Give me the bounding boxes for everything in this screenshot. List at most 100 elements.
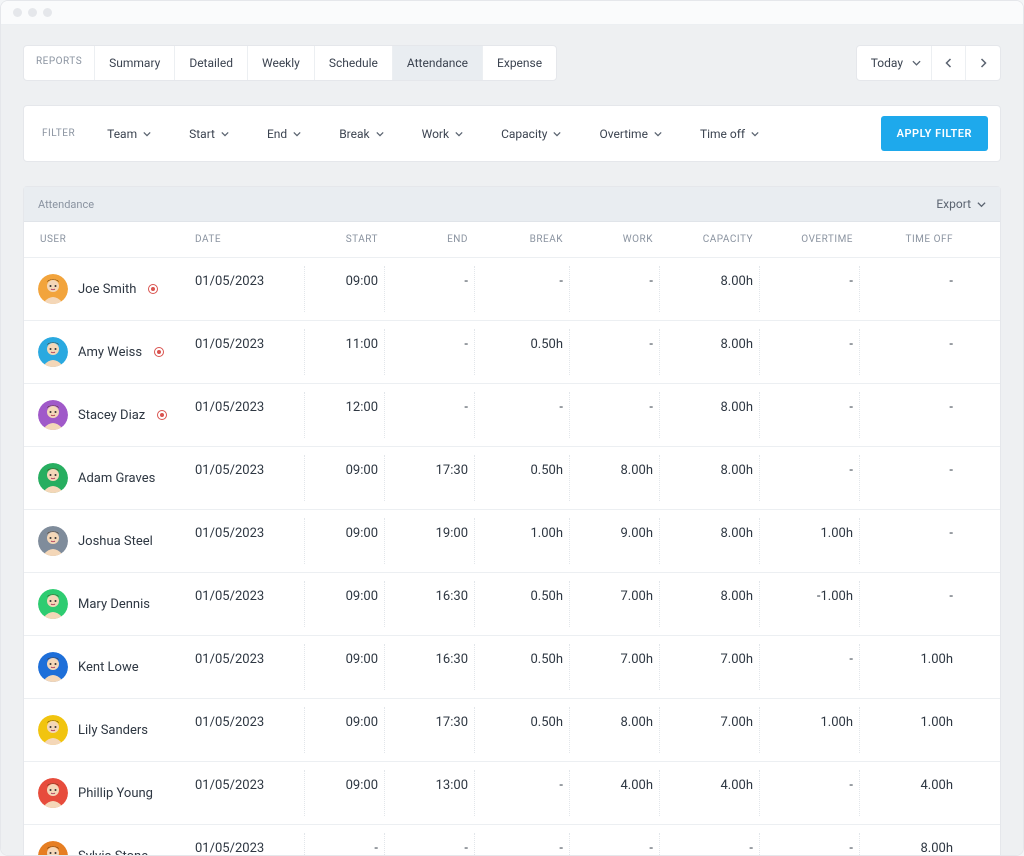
- filter-overtime[interactable]: Overtime: [587, 119, 673, 149]
- tab-schedule[interactable]: Schedule: [315, 46, 393, 80]
- table-row[interactable]: Mary Dennis01/05/202309:0016:300.50h7.00…: [24, 573, 1000, 636]
- tab-summary[interactable]: Summary: [95, 46, 175, 80]
- user-name: Joe Smith: [78, 282, 136, 297]
- top-row: REPORTS SummaryDetailedWeeklyScheduleAtt…: [23, 45, 1001, 81]
- cell-start: 09:00: [304, 573, 384, 635]
- date-range-select[interactable]: Today: [857, 46, 932, 80]
- cell-user: Mary Dennis: [24, 573, 189, 635]
- avatar: [38, 400, 68, 430]
- cell-user: Joshua Steel: [24, 510, 189, 572]
- column-start: START: [304, 222, 384, 257]
- avatar: [38, 526, 68, 556]
- filter-bar: FILTER TeamStartEndBreakWorkCapacityOver…: [23, 105, 1001, 162]
- avatar: [38, 589, 68, 619]
- filter-start[interactable]: Start: [177, 119, 241, 149]
- cell-end: 16:30: [384, 573, 474, 635]
- cell-overtime: -: [759, 825, 859, 856]
- cell-capacity: 8.00h: [659, 447, 759, 509]
- cell-capacity: 4.00h: [659, 762, 759, 824]
- caret-down-icon: [221, 130, 229, 138]
- cell-break: -: [474, 258, 569, 320]
- reports-label: REPORTS: [24, 46, 95, 80]
- cell-date: 01/05/2023: [189, 384, 304, 446]
- table-row[interactable]: Joshua Steel01/05/202309:0019:001.00h9.0…: [24, 510, 1000, 573]
- filter-chip-label: Capacity: [501, 127, 547, 141]
- recording-indicator-icon: [154, 347, 164, 357]
- table-row[interactable]: Lily Sanders01/05/202309:0017:300.50h8.0…: [24, 699, 1000, 762]
- date-range-value: Today: [871, 56, 903, 70]
- user-name: Kent Lowe: [78, 660, 139, 675]
- filter-time-off[interactable]: Time off: [688, 119, 771, 149]
- cell-end: -: [384, 258, 474, 320]
- cell-timeoff: 4.00h: [859, 762, 959, 824]
- filter-break[interactable]: Break: [327, 119, 395, 149]
- cell-start: 12:00: [304, 384, 384, 446]
- cell-timeoff: -: [859, 510, 959, 572]
- filter-team[interactable]: Team: [95, 119, 163, 149]
- cell-date: 01/05/2023: [189, 699, 304, 761]
- caret-down-icon: [751, 130, 759, 138]
- cell-start: -: [304, 825, 384, 856]
- filter-chip-label: Work: [422, 127, 449, 141]
- cell-timeoff: -: [859, 258, 959, 320]
- filter-chip-label: Break: [339, 127, 369, 141]
- window-dot: [13, 8, 22, 17]
- tab-weekly[interactable]: Weekly: [248, 46, 315, 80]
- filter-work[interactable]: Work: [410, 119, 475, 149]
- cell-work: -: [569, 825, 659, 856]
- column-user: USER: [24, 222, 189, 257]
- cell-overtime: 1.00h: [759, 699, 859, 761]
- table-row[interactable]: Phillip Young01/05/202309:0013:00-4.00h4…: [24, 762, 1000, 825]
- user-name: Mary Dennis: [78, 597, 150, 612]
- user-name: Sylvia Stone: [78, 849, 148, 856]
- cell-start: 09:00: [304, 447, 384, 509]
- caret-down-icon: [455, 130, 463, 138]
- cell-timeoff: 1.00h: [859, 699, 959, 761]
- cell-date: 01/05/2023: [189, 510, 304, 572]
- table-row[interactable]: Kent Lowe01/05/202309:0016:300.50h7.00h7…: [24, 636, 1000, 699]
- table-row[interactable]: Amy Weiss01/05/202311:00-0.50h-8.00h--: [24, 321, 1000, 384]
- cell-end: -: [384, 825, 474, 856]
- card-header: Attendance Export: [24, 187, 1000, 222]
- cell-work: -: [569, 321, 659, 383]
- date-next-button[interactable]: [966, 46, 1000, 80]
- table-row[interactable]: Joe Smith01/05/202309:00---8.00h--: [24, 258, 1000, 321]
- cell-capacity: 8.00h: [659, 321, 759, 383]
- apply-filter-button[interactable]: APPLY FILTER: [881, 116, 988, 151]
- caret-down-icon: [376, 130, 384, 138]
- table-body: Joe Smith01/05/202309:00---8.00h--Amy We…: [24, 258, 1000, 856]
- table-row[interactable]: Stacey Diaz01/05/202312:00---8.00h--: [24, 384, 1000, 447]
- filter-chip-label: Overtime: [599, 127, 647, 141]
- avatar: [38, 337, 68, 367]
- cell-user: Sylvia Stone: [24, 825, 189, 856]
- cell-capacity: 7.00h: [659, 636, 759, 698]
- user-name: Adam Graves: [78, 471, 155, 486]
- app-window: REPORTS SummaryDetailedWeeklyScheduleAtt…: [0, 0, 1024, 856]
- table-header: USERDATESTARTENDBREAKWORKCAPACITYOVERTIM…: [24, 222, 1000, 258]
- tab-detailed[interactable]: Detailed: [175, 46, 248, 80]
- tab-attendance[interactable]: Attendance: [393, 46, 483, 80]
- tab-expense[interactable]: Expense: [483, 46, 556, 80]
- cell-start: 09:00: [304, 699, 384, 761]
- user-name: Amy Weiss: [78, 345, 142, 360]
- filter-end[interactable]: End: [255, 119, 313, 149]
- date-prev-button[interactable]: [932, 46, 966, 80]
- export-label: Export: [936, 197, 971, 211]
- cell-user: Phillip Young: [24, 762, 189, 824]
- table-row[interactable]: Adam Graves01/05/202309:0017:300.50h8.00…: [24, 447, 1000, 510]
- table-row[interactable]: Sylvia Stone01/05/2023------8.00h: [24, 825, 1000, 856]
- cell-work: 8.00h: [569, 699, 659, 761]
- cell-timeoff: -: [859, 384, 959, 446]
- export-button[interactable]: Export: [936, 197, 986, 211]
- avatar: [38, 274, 68, 304]
- cell-date: 01/05/2023: [189, 321, 304, 383]
- cell-user: Adam Graves: [24, 447, 189, 509]
- cell-date: 01/05/2023: [189, 762, 304, 824]
- cell-end: 17:30: [384, 447, 474, 509]
- cell-start: 09:00: [304, 762, 384, 824]
- filter-capacity[interactable]: Capacity: [489, 119, 573, 149]
- cell-date: 01/05/2023: [189, 573, 304, 635]
- cell-break: 0.50h: [474, 699, 569, 761]
- report-tabs: REPORTS SummaryDetailedWeeklyScheduleAtt…: [23, 45, 557, 81]
- cell-work: 7.00h: [569, 573, 659, 635]
